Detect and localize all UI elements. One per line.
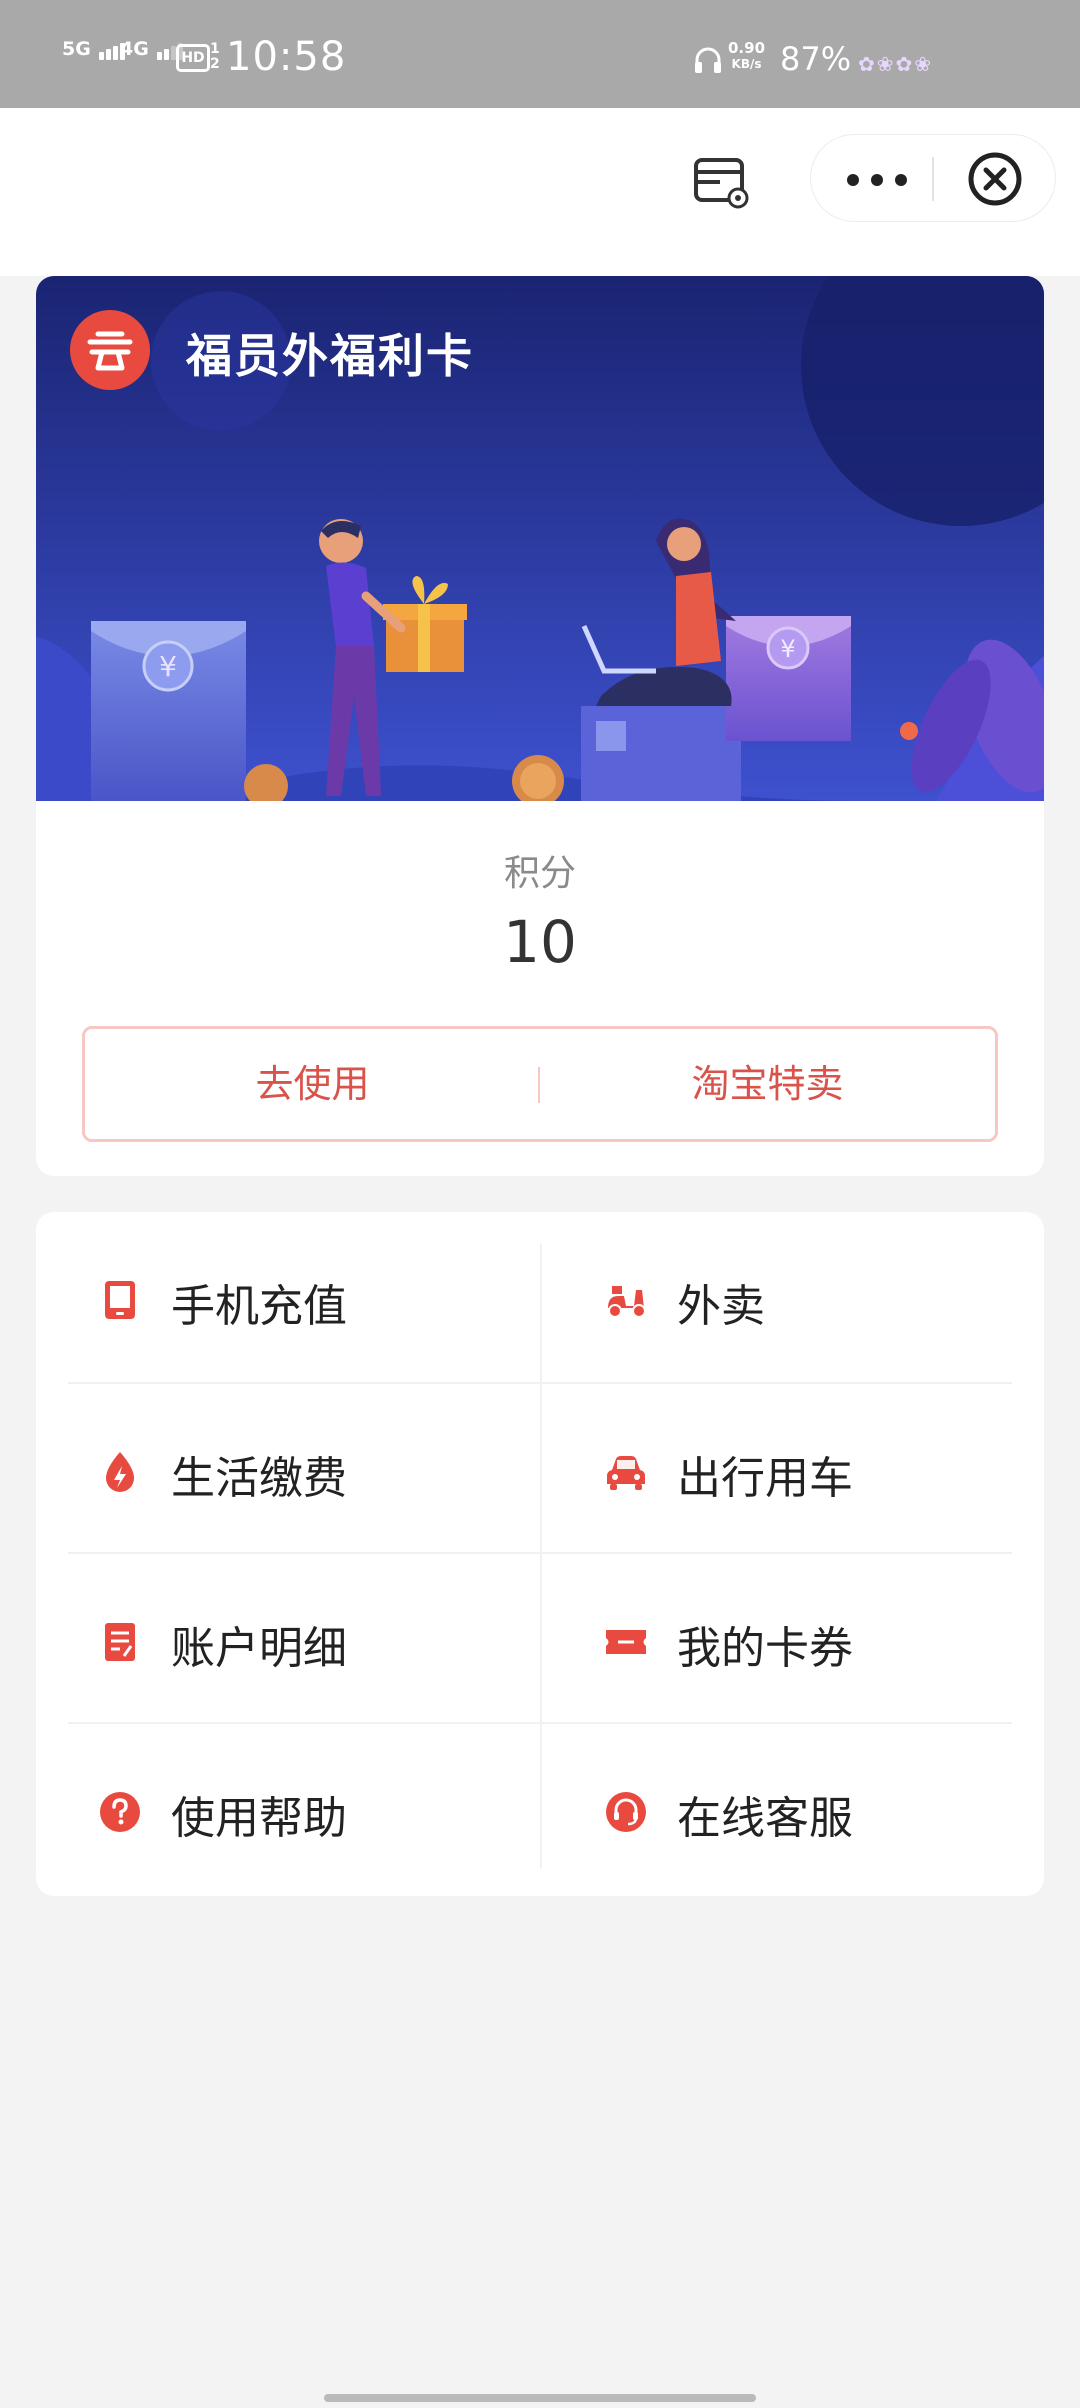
phone-recharge-icon xyxy=(105,1281,135,1319)
scooter-icon xyxy=(608,1286,646,1318)
card-title: 福员外福利卡 xyxy=(186,329,474,383)
service-label: 出行用车 xyxy=(677,1453,853,1504)
hd-icon: HD xyxy=(176,44,210,72)
signal-5g: 5G xyxy=(62,38,127,60)
card-settings-icon[interactable] xyxy=(690,150,754,214)
service-account-details[interactable]: 账户明细 xyxy=(36,1554,508,1724)
service-takeout[interactable]: 外卖 xyxy=(542,1212,1014,1382)
service-label: 手机充值 xyxy=(171,1281,347,1332)
ticket-icon xyxy=(606,1630,646,1654)
home-indicator[interactable] xyxy=(324,2394,756,2402)
service-label: 使用帮助 xyxy=(171,1793,347,1844)
brand-logo-icon xyxy=(70,310,150,390)
utility-drop-icon xyxy=(106,1452,134,1492)
taobao-sale-button[interactable]: 淘宝特卖 xyxy=(540,1029,995,1139)
card-actions: 去使用 淘宝特卖 xyxy=(82,1026,998,1142)
service-ride[interactable]: 出行用车 xyxy=(542,1384,1014,1554)
speed-unit: KB/s xyxy=(731,57,762,71)
service-label: 账户明细 xyxy=(171,1623,347,1674)
service-utility-bill[interactable]: 生活缴费 xyxy=(36,1384,508,1554)
hd-sub-label: 1 2 xyxy=(210,41,220,72)
mini-program-header xyxy=(0,108,1080,276)
network-label-5g: 5G xyxy=(62,38,91,60)
network-speed: 0.90 KB/s xyxy=(728,40,765,72)
battery-percent: 87% xyxy=(780,40,852,78)
service-label: 外卖 xyxy=(677,1281,765,1332)
points-label: 积分 xyxy=(503,853,576,894)
car-icon xyxy=(607,1456,645,1490)
service-label: 在线客服 xyxy=(677,1793,853,1844)
svg-text:¥: ¥ xyxy=(780,635,795,663)
flower-decoration-icon: ✿❀✿❀ xyxy=(858,52,934,76)
document-icon xyxy=(105,1623,135,1661)
service-online-support[interactable]: 在线客服 xyxy=(542,1724,1014,1894)
service-label: 生活缴费 xyxy=(171,1453,347,1504)
service-grid: 手机充值 外卖 生活缴费 出行用车 账户明细 我的卡券 使用帮助 在线客服 xyxy=(36,1212,1044,1896)
speed-value: 0.90 xyxy=(728,39,766,57)
service-help[interactable]: 使用帮助 xyxy=(36,1724,508,1894)
network-label-4g: 4G xyxy=(120,38,149,60)
use-points-button[interactable]: 去使用 xyxy=(85,1029,540,1139)
help-icon xyxy=(100,1792,140,1832)
capsule-menu xyxy=(810,134,1056,222)
service-mobile-recharge[interactable]: 手机充值 xyxy=(36,1212,508,1382)
points-value: 10 xyxy=(503,908,577,976)
service-my-coupons[interactable]: 我的卡券 xyxy=(542,1554,1014,1724)
clock: 10:58 xyxy=(226,34,347,80)
svg-text:¥: ¥ xyxy=(159,650,177,683)
headphone-icon xyxy=(695,47,721,73)
headset-icon xyxy=(606,1792,646,1832)
more-options-icon[interactable] xyxy=(847,163,917,195)
capsule-divider xyxy=(932,157,934,201)
welfare-card: ¥ ¥ 福员外福利卡 积分 10 去使用 淘宝特卖 xyxy=(36,276,1044,1176)
status-bar: 5G 4G HD 1 2 10:58 0.90 KB/s 87% ✿❀✿❀ xyxy=(0,0,1080,108)
service-label: 我的卡券 xyxy=(677,1623,853,1674)
close-icon[interactable] xyxy=(967,151,1023,207)
